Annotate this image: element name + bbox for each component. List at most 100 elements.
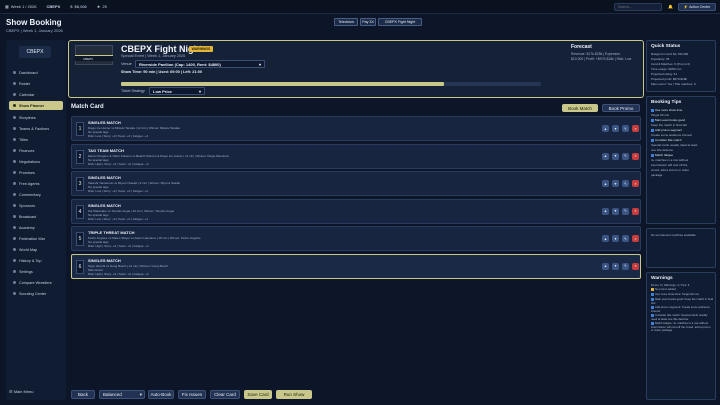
remove-match-button[interactable]: × [632, 180, 639, 187]
sidebar-item-label: Finances [19, 148, 35, 153]
edit-match-button[interactable]: ✎ [622, 262, 629, 270]
action-center-button[interactable]: ⚡ Action Center [678, 3, 716, 11]
bell-icon[interactable]: 🔔 [668, 4, 673, 9]
move-up-button[interactable]: ▲ [602, 125, 609, 132]
move-up-button[interactable]: ▲ [602, 262, 609, 270]
move-up-button[interactable]: ▲ [602, 180, 609, 187]
sidebar-item-broadcast[interactable]: Broadcast [9, 212, 63, 221]
sidebar-item-label: Sponsors [19, 203, 36, 208]
sidebar-item-calendar[interactable]: Calendar [9, 90, 63, 99]
sidebar: CBEPX Dashboard Roster Calendar Show Planne… [6, 40, 66, 400]
move-down-button[interactable]: ▼ [612, 207, 619, 215]
sidebar-item-label: Negotiations [19, 159, 41, 164]
remove-match-button[interactable]: × [632, 125, 639, 132]
sidebar-item-federation-war[interactable]: Federation War [9, 234, 63, 243]
match-number: 3 [76, 177, 84, 191]
sidebar-item-scouting-center[interactable]: Scouting Center [9, 289, 63, 298]
match-type: SINGLES MATCH [88, 202, 121, 208]
match-row[interactable]: 2 TAG TEAM MATCH Elena Chugano & Viktor Ko… [71, 143, 641, 169]
fix-issues-button[interactable]: Fix Issues [178, 390, 206, 399]
sidebar-item-academy[interactable]: Academy [9, 223, 63, 232]
book-promo-button[interactable]: Book Promo [602, 104, 640, 112]
booking-tip-text: Add promo segment [655, 128, 683, 132]
sidebar-item-titles[interactable]: Titles [9, 135, 63, 144]
mode-select[interactable]: Balanced ▾ [99, 390, 145, 399]
move-down-button[interactable]: ▼ [612, 262, 619, 270]
sidebar-item-commentary[interactable]: Commentary [9, 190, 63, 199]
match-stats: Risk: High | Story: +0 | Team: +0 | Fati… [88, 161, 149, 166]
back-button[interactable]: Back [71, 390, 95, 399]
edit-match-button[interactable]: ✎ [622, 235, 629, 242]
money-indicator: $ $8,066 [70, 4, 87, 9]
sidebar-item-show-planner[interactable]: Show Planner [9, 101, 63, 110]
sidebar-item-negotiations[interactable]: Negotiations [9, 157, 63, 166]
sidebar-item-teams-factions[interactable]: Teams & Factions [9, 124, 63, 133]
tag-pay[interactable]: Pay 3X [360, 18, 376, 26]
edit-match-button[interactable]: ✎ [622, 152, 629, 160]
match-row[interactable]: 3 SINGLES MATCH Takeshi Yamamoto vs Miyumi… [71, 171, 641, 196]
sidebar-item-compare-wrestlers[interactable]: Compare Wrestlers [9, 278, 63, 287]
warning-text: Add promo segment: Create some audience … [651, 305, 710, 313]
ticket-strategy-select[interactable]: Low Price ▾ [149, 87, 205, 95]
sidebar-item-label: Scouting Center [19, 291, 47, 296]
sidebar-item-finances[interactable]: Finances [9, 146, 63, 155]
match-stats: Risk: Low | Story: +0 | Team: +0 | Fatig… [88, 189, 148, 193]
save-card-button[interactable]: Save Card [244, 390, 272, 399]
close-icon: × [634, 154, 637, 158]
tag-television[interactable]: Television [334, 18, 358, 26]
sidebar-item-settings[interactable]: Settings [9, 267, 63, 276]
close-icon: × [634, 209, 637, 213]
remove-match-button[interactable]: × [632, 262, 639, 270]
move-up-button[interactable]: ▲ [602, 152, 609, 160]
quick-status-title: Quick Status [651, 44, 681, 49]
match-row[interactable]: 6 SINGLES MATCH Taiyo Hiroshi vs Gong Bosc… [71, 253, 641, 279]
book-match-button[interactable]: Book Match [562, 104, 598, 112]
sidebar-item-promises[interactable]: Promises [9, 168, 63, 177]
move-down-button[interactable]: ▼ [612, 180, 619, 187]
booking-tip-text: Match fatigue [655, 153, 674, 157]
sidebar-item-world-map[interactable]: World Map [9, 245, 63, 254]
move-down-button[interactable]: ▼ [612, 152, 619, 160]
move-up-button[interactable]: ▲ [602, 207, 609, 215]
match-row[interactable]: 5 TRIPLE THREAT MATCH Pedro Angeles vs Mat… [71, 226, 641, 251]
search-input[interactable] [614, 3, 662, 11]
sidebar-item-storylines[interactable]: Storylines [9, 113, 63, 122]
sidebar-item-sponsors[interactable]: Sponsors [9, 201, 63, 210]
move-down-button[interactable]: ▼ [612, 125, 619, 132]
booking-tip-line: Keep the match in final slot [651, 123, 687, 127]
main-menu-button[interactable]: ☰ Main Menu [9, 389, 34, 394]
sidebar-item-roster[interactable]: Roster [9, 79, 63, 88]
sidebar-item-dashboard[interactable]: Dashboard [9, 68, 63, 77]
match-row[interactable]: 4 SINGLES MATCH Kai Watanabe vs Tomoko Ang… [71, 198, 641, 224]
edit-match-button[interactable]: ✎ [622, 180, 629, 187]
match-stats: Risk: Low | Story: +0 | Team: +0 | Fatig… [88, 216, 148, 221]
move-down-button[interactable]: ▼ [612, 235, 619, 242]
remove-match-button[interactable]: × [632, 207, 639, 215]
tag-event[interactable]: CBEPX Fight Night [378, 18, 422, 26]
nav-bullet-icon [13, 292, 16, 295]
edit-match-button[interactable]: ✎ [622, 207, 629, 215]
clear-card-button[interactable]: Clear Card [210, 390, 240, 399]
move-up-button[interactable]: ▲ [602, 235, 609, 242]
remove-match-button[interactable]: × [632, 152, 639, 160]
booking-tip-line: Special cards usually rated at least [651, 143, 697, 147]
match-stats: Risk: High | Story: +0 | Team: +0 | Fati… [88, 271, 149, 276]
match-row[interactable]: 1 SINGLES MATCH Diego Ice Hunter vs Mitsuk… [71, 116, 641, 141]
poster-band: CBEPX [75, 55, 113, 61]
chevron-down-icon: ▾ [258, 61, 261, 67]
sidebar-item-label: Roster [19, 81, 31, 86]
sidebar-item-label: Compare Wrestlers [19, 280, 52, 285]
sidebar-item-history-top[interactable]: History & Top [9, 256, 63, 265]
remove-match-button[interactable]: × [632, 235, 639, 242]
match-type: SINGLES MATCH [88, 120, 121, 125]
run-show-button[interactable]: Run Show [276, 390, 312, 399]
venue-select[interactable]: Riverside Pavilion (Cap: 1400, Rent: $48… [135, 60, 265, 68]
auto-book-button[interactable]: Auto-Book [148, 390, 174, 399]
edit-match-button[interactable]: ✎ [622, 125, 629, 132]
warnings-title: Warnings [651, 276, 673, 281]
quick-status-line: Budget for card: $1,700,000 [651, 52, 689, 56]
booking-tip-text: Main event looks good [655, 118, 686, 122]
sidebar-item-free-agents[interactable]: Free Agents [9, 179, 63, 188]
warning-badge: WARNINGS [189, 46, 213, 52]
arrow-down-icon: ▼ [613, 209, 618, 213]
